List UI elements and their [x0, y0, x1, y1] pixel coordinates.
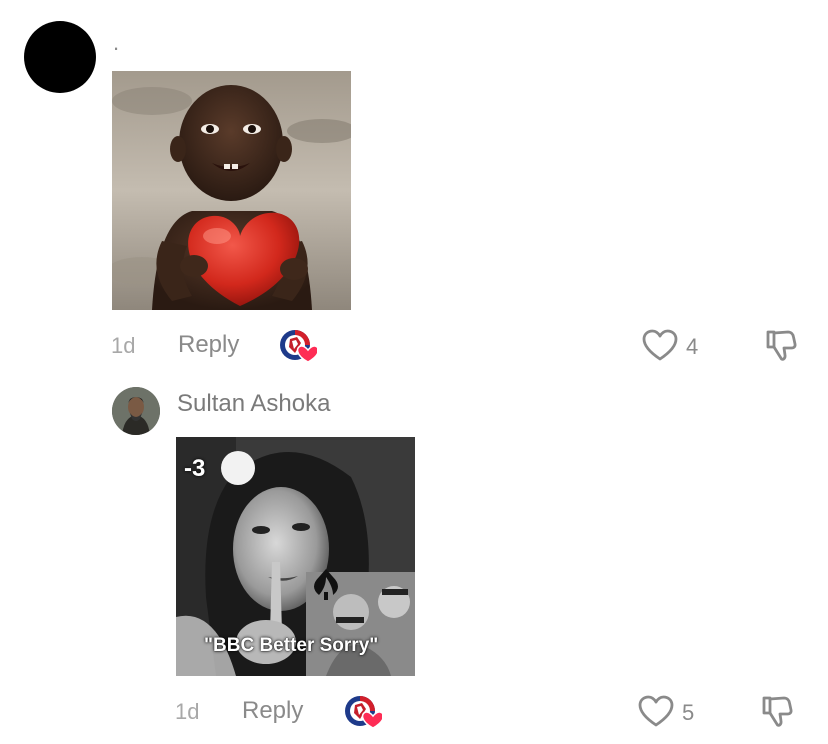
like-button[interactable]	[642, 329, 678, 366]
thumbs-down-icon	[762, 696, 793, 727]
reply-button[interactable]: Reply	[178, 331, 239, 359]
comment-image[interactable]	[112, 71, 351, 310]
avatar[interactable]	[24, 21, 96, 93]
dislike-button[interactable]	[758, 694, 794, 735]
reply-button[interactable]: Reply	[242, 697, 303, 725]
creator-liked-badge-icon	[344, 695, 382, 729]
heart-outline-icon	[638, 695, 674, 727]
dislike-button[interactable]	[762, 328, 798, 369]
thumbs-down-icon	[766, 330, 797, 361]
username[interactable]: Sultan Ashoka	[177, 390, 330, 418]
like-count: 4	[686, 334, 699, 359]
comment-time: 1d	[175, 699, 200, 724]
child-heart-photo	[112, 71, 351, 310]
heart-outline-icon	[642, 329, 678, 361]
comment-image[interactable]: -3 "BBC Better Sorry"	[176, 437, 415, 676]
creator-liked-badge-icon	[279, 329, 317, 363]
like-count: 5	[682, 700, 695, 725]
overlay-number: -3	[184, 455, 206, 482]
image-caption: "BBC Better Sorry"	[204, 635, 379, 656]
like-button[interactable]	[638, 695, 674, 732]
avatar-image	[112, 387, 160, 435]
avatar[interactable]	[112, 387, 160, 435]
username[interactable]: .	[113, 30, 119, 56]
comment-time: 1d	[111, 333, 136, 358]
